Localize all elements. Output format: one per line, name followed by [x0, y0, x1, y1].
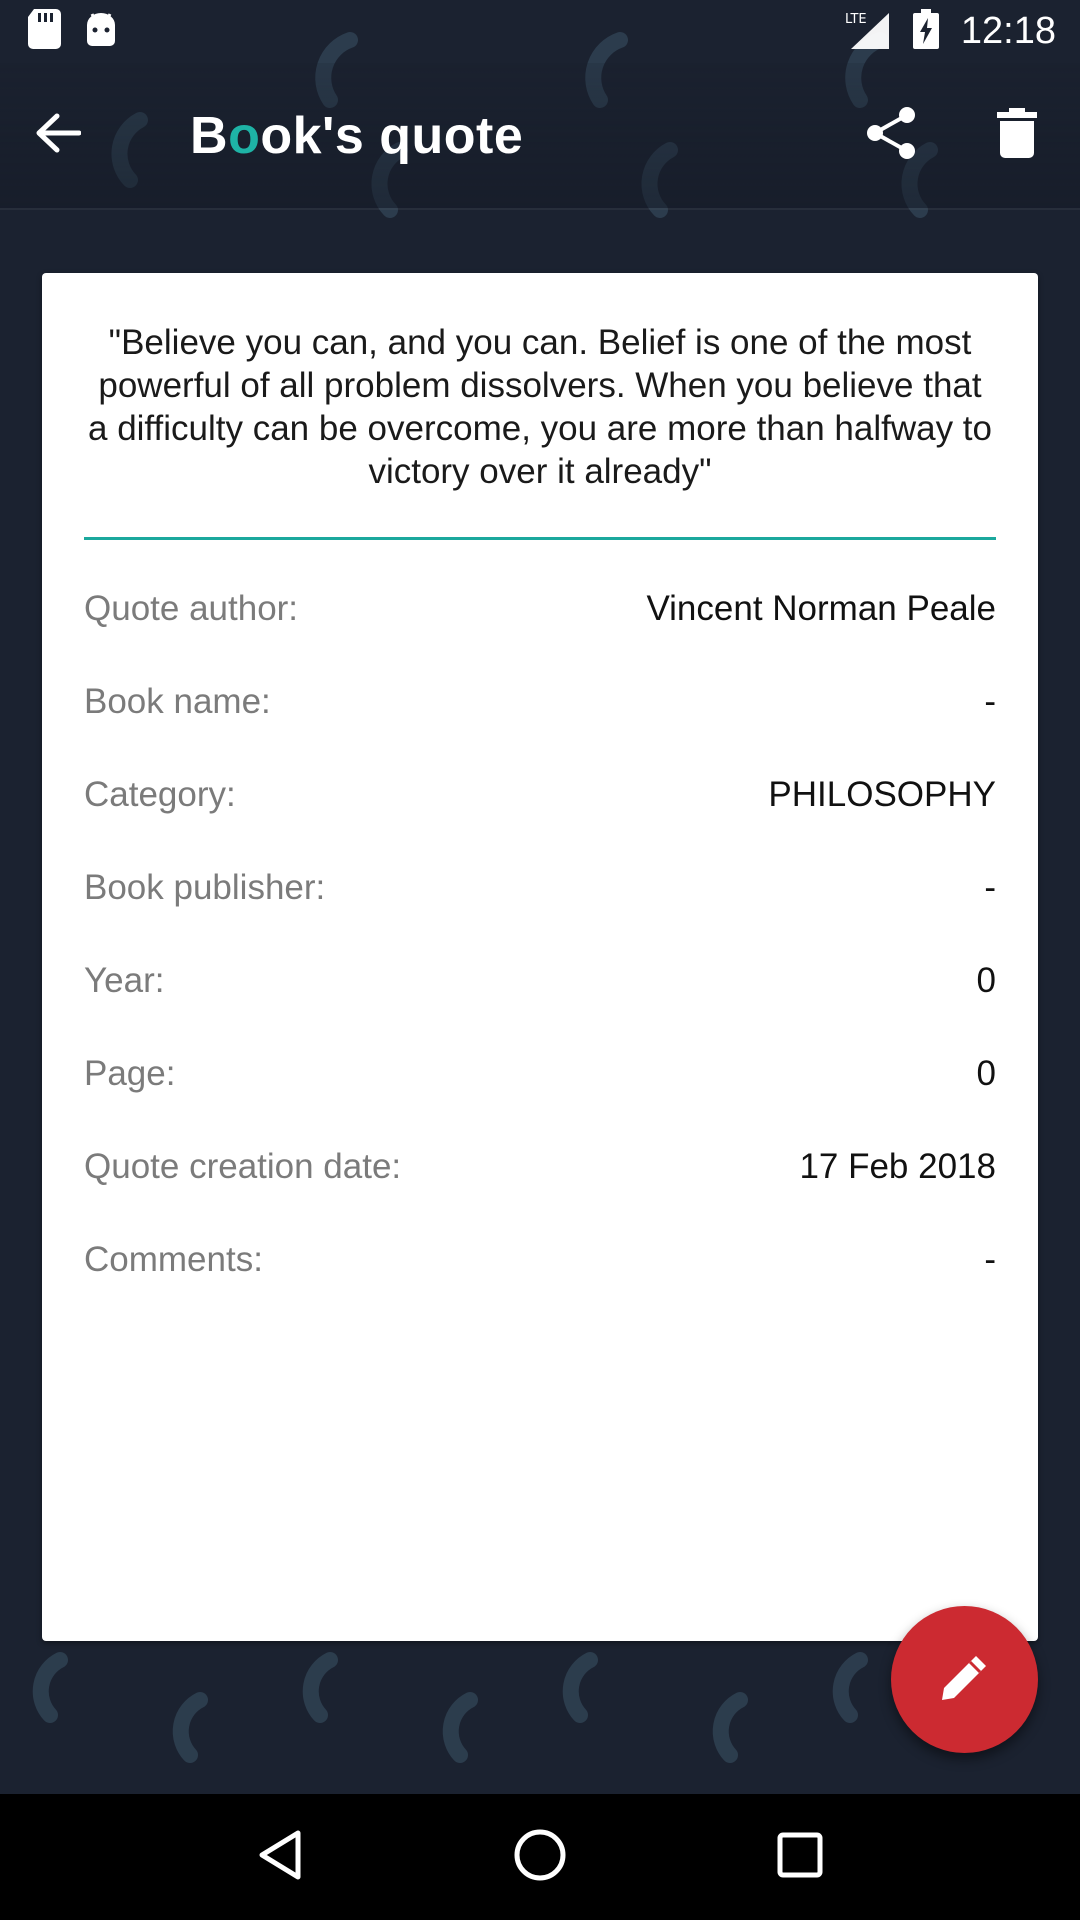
detail-row-page: Page: 0: [84, 1027, 996, 1120]
detail-value: Vincent Norman Peale: [646, 588, 996, 628]
detail-row-book-name: Book name: -: [84, 655, 996, 748]
detail-row-comments: Comments: -: [84, 1213, 996, 1306]
signal-icon: LTE: [843, 9, 891, 54]
trash-icon: [997, 108, 1037, 163]
status-bar: LTE 12:18: [0, 0, 1080, 63]
details-list: Quote author: Vincent Norman Peale Book …: [84, 562, 996, 1306]
network-label: LTE: [845, 12, 867, 27]
nav-recents-icon: [777, 1832, 823, 1883]
detail-value: -: [984, 867, 996, 907]
nav-home-icon: [513, 1828, 567, 1887]
nav-recents-button[interactable]: [740, 1797, 860, 1917]
title-rest: ok's quote: [260, 106, 524, 165]
detail-row-publisher: Book publisher: -: [84, 841, 996, 934]
edit-fab-button[interactable]: [891, 1606, 1038, 1753]
detail-value: PHILOSOPHY: [768, 774, 996, 814]
detail-label: Book publisher:: [84, 867, 326, 907]
toolbar: Book's quote: [0, 63, 1080, 210]
title-highlight: o: [228, 106, 261, 165]
share-icon: [865, 106, 917, 165]
detail-value: 0: [976, 1053, 996, 1093]
navigation-bar: [0, 1794, 1080, 1920]
status-time: 12:18: [960, 10, 1056, 52]
detail-label: Page:: [84, 1053, 176, 1093]
detail-label: Book name:: [84, 681, 271, 721]
title-first: B: [190, 106, 229, 165]
detail-value: -: [984, 681, 996, 721]
detail-value: 0: [976, 960, 996, 1000]
detail-value: 17 Feb 2018: [799, 1146, 996, 1186]
nav-home-button[interactable]: [480, 1797, 600, 1917]
arrow-back-icon: [36, 113, 82, 158]
quote-text: "Believe you can, and you can. Belief is…: [88, 323, 993, 491]
detail-label: Quote author:: [84, 588, 299, 628]
nav-back-button[interactable]: [220, 1797, 340, 1917]
status-left: [28, 9, 118, 54]
detail-row-author: Quote author: Vincent Norman Peale: [84, 562, 996, 655]
detail-label: Comments:: [84, 1239, 263, 1279]
android-icon: [84, 11, 118, 52]
detail-row-creation-date: Quote creation date: 17 Feb 2018: [84, 1120, 996, 1213]
sd-card-icon: [28, 9, 62, 54]
status-right: LTE 12:18: [843, 9, 1056, 54]
nav-back-icon: [256, 1829, 304, 1886]
page-title: Book's quote: [190, 106, 828, 166]
quote-divider: [84, 537, 996, 540]
detail-row-year: Year: 0: [84, 934, 996, 1027]
pencil-icon: [940, 1652, 990, 1707]
detail-row-category: Category: PHILOSOPHY: [84, 748, 996, 841]
share-button[interactable]: [828, 63, 954, 208]
quote-card: "Believe you can, and you can. Belief is…: [42, 273, 1038, 1641]
back-button[interactable]: [0, 63, 148, 208]
detail-label: Quote creation date:: [84, 1146, 402, 1186]
detail-label: Year:: [84, 960, 165, 1000]
detail-value: -: [984, 1239, 996, 1279]
battery-charging-icon: [912, 9, 939, 54]
detail-label: Category:: [84, 774, 236, 814]
delete-button[interactable]: [954, 63, 1080, 208]
